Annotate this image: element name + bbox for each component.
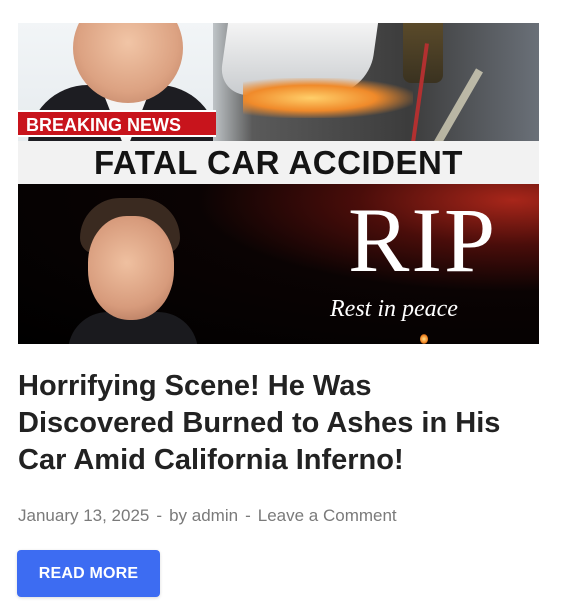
- breaking-news-banner: BREAKING NEWS: [18, 110, 216, 137]
- meta-separator: -: [245, 506, 251, 525]
- candle-flame: [420, 334, 428, 344]
- post-card: BREAKING NEWS FATAL CAR ACCIDENT RIP Res…: [0, 0, 562, 604]
- rest-in-peace-caption: Rest in peace: [330, 296, 458, 322]
- post-meta: January 13, 2025- by admin - Leave a Commen…: [18, 506, 397, 526]
- memorial-panel: RIP Rest in peace: [18, 184, 539, 344]
- fire-glow: [243, 78, 413, 118]
- rip-text: RIP: [348, 189, 498, 291]
- leave-comment-link[interactable]: Leave a Comment: [258, 506, 397, 525]
- image-headline: FATAL CAR ACCIDENT: [18, 141, 539, 184]
- post-title[interactable]: Horrifying Scene! He Was Discovered Burn…: [18, 368, 528, 479]
- portrait-photo-bottom: [58, 194, 198, 344]
- post-date-link[interactable]: January 13, 2025: [18, 506, 149, 525]
- read-more-button[interactable]: READ MORE: [17, 550, 160, 597]
- featured-image[interactable]: BREAKING NEWS FATAL CAR ACCIDENT RIP Res…: [18, 23, 539, 344]
- author-link[interactable]: admin: [192, 506, 238, 525]
- portrait-face: [88, 216, 174, 320]
- author-prefix: by: [169, 506, 188, 525]
- meta-separator: -: [156, 506, 163, 525]
